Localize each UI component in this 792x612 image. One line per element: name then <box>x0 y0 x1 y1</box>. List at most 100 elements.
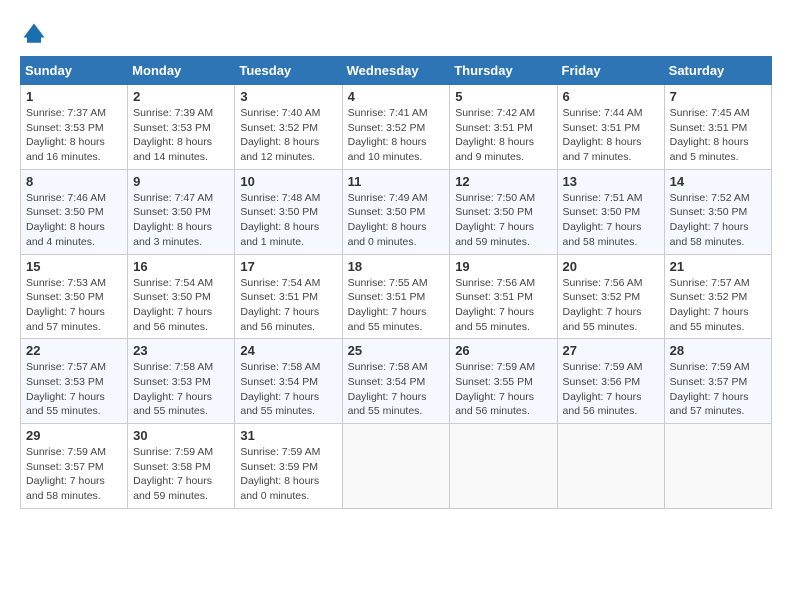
day-info: Sunrise: 7:45 AMSunset: 3:51 PMDaylight:… <box>670 106 766 165</box>
calendar-cell: 29 Sunrise: 7:59 AMSunset: 3:57 PMDayligh… <box>21 424 128 509</box>
weekday-header: Monday <box>128 57 235 85</box>
calendar-cell: 20Sunrise: 7:56 AMSunset: 3:52 PMDayligh… <box>557 254 664 339</box>
calendar-cell: 9Sunrise: 7:47 AMSunset: 3:50 PMDaylight… <box>128 169 235 254</box>
logo <box>20 20 52 48</box>
day-number: 5 <box>455 89 551 104</box>
day-number: 25 <box>348 343 445 358</box>
day-info: Sunrise: 7:54 AMSunset: 3:51 PMDaylight:… <box>240 276 336 335</box>
calendar-cell: 31Sunrise: 7:59 AMSunset: 3:59 PMDayligh… <box>235 424 342 509</box>
calendar-cell: 21 Sunrise: 7:57 AMSunset: 3:52 PMDayligh… <box>664 254 771 339</box>
day-info: Sunrise: 7:57 AMSunset: 3:53 PMDaylight:… <box>26 360 122 419</box>
day-info: Sunrise: 7:57 AMSunset: 3:52 PMDaylight:… <box>670 276 766 335</box>
day-info: Sunrise: 7:46 AMSunset: 3:50 PMDaylight:… <box>26 191 122 250</box>
calendar-week-row: 29 Sunrise: 7:59 AMSunset: 3:57 PMDayligh… <box>21 424 772 509</box>
calendar-cell: 8 Sunrise: 7:46 AMSunset: 3:50 PMDaylight… <box>21 169 128 254</box>
day-number: 26 <box>455 343 551 358</box>
day-number: 27 <box>563 343 659 358</box>
calendar-cell: 25 Sunrise: 7:58 AMSunset: 3:54 PMDayligh… <box>342 339 450 424</box>
day-number: 11 <box>348 174 445 189</box>
day-info: Sunrise: 7:42 AMSunset: 3:51 PMDaylight:… <box>455 106 551 165</box>
weekday-header: Thursday <box>450 57 557 85</box>
calendar-cell: 14Sunrise: 7:52 AMSunset: 3:50 PMDayligh… <box>664 169 771 254</box>
day-info: Sunrise: 7:59 AMSunset: 3:56 PMDaylight:… <box>563 360 659 419</box>
day-number: 28 <box>670 343 766 358</box>
day-number: 20 <box>563 259 659 274</box>
day-info: Sunrise: 7:44 AMSunset: 3:51 PMDaylight:… <box>563 106 659 165</box>
day-number: 9 <box>133 174 229 189</box>
calendar-cell: 30 Sunrise: 7:59 AMSunset: 3:58 PMDayligh… <box>128 424 235 509</box>
calendar-cell: 23 Sunrise: 7:58 AMSunset: 3:53 PMDayligh… <box>128 339 235 424</box>
calendar: SundayMondayTuesdayWednesdayThursdayFrid… <box>20 56 772 509</box>
weekday-header: Tuesday <box>235 57 342 85</box>
day-info: Sunrise: 7:58 AMSunset: 3:53 PMDaylight:… <box>133 360 229 419</box>
calendar-cell: 26 Sunrise: 7:59 AMSunset: 3:55 PMDayligh… <box>450 339 557 424</box>
calendar-cell: 7 Sunrise: 7:45 AMSunset: 3:51 PMDaylight… <box>664 85 771 170</box>
calendar-cell: 5 Sunrise: 7:42 AMSunset: 3:51 PMDaylight… <box>450 85 557 170</box>
calendar-cell: 6 Sunrise: 7:44 AMSunset: 3:51 PMDaylight… <box>557 85 664 170</box>
weekday-header-row: SundayMondayTuesdayWednesdayThursdayFrid… <box>21 57 772 85</box>
header <box>20 20 772 48</box>
calendar-cell <box>450 424 557 509</box>
day-number: 24 <box>240 343 336 358</box>
calendar-week-row: 8 Sunrise: 7:46 AMSunset: 3:50 PMDaylight… <box>21 169 772 254</box>
day-number: 14 <box>670 174 766 189</box>
day-number: 4 <box>348 89 445 104</box>
day-number: 23 <box>133 343 229 358</box>
day-number: 31 <box>240 428 336 443</box>
weekday-header: Saturday <box>664 57 771 85</box>
day-info: Sunrise: 7:49 AMSunset: 3:50 PMDaylight:… <box>348 191 445 250</box>
day-number: 17 <box>240 259 336 274</box>
day-info: Sunrise: 7:59 AMSunset: 3:55 PMDaylight:… <box>455 360 551 419</box>
day-number: 16 <box>133 259 229 274</box>
day-info: Sunrise: 7:59 AMSunset: 3:58 PMDaylight:… <box>133 445 229 504</box>
calendar-cell: 4 Sunrise: 7:41 AMSunset: 3:52 PMDaylight… <box>342 85 450 170</box>
day-info: Sunrise: 7:58 AMSunset: 3:54 PMDaylight:… <box>348 360 445 419</box>
calendar-cell: 13 Sunrise: 7:51 AMSunset: 3:50 PMDayligh… <box>557 169 664 254</box>
day-info: Sunrise: 7:37 AMSunset: 3:53 PMDaylight:… <box>26 106 122 165</box>
day-info: Sunrise: 7:56 AMSunset: 3:51 PMDaylight:… <box>455 276 551 335</box>
day-info: Sunrise: 7:41 AMSunset: 3:52 PMDaylight:… <box>348 106 445 165</box>
day-number: 29 <box>26 428 122 443</box>
calendar-cell <box>664 424 771 509</box>
weekday-header: Friday <box>557 57 664 85</box>
weekday-header: Sunday <box>21 57 128 85</box>
day-info: Sunrise: 7:54 AMSunset: 3:50 PMDaylight:… <box>133 276 229 335</box>
day-info: Sunrise: 7:48 AMSunset: 3:50 PMDaylight:… <box>240 191 336 250</box>
day-info: Sunrise: 7:51 AMSunset: 3:50 PMDaylight:… <box>563 191 659 250</box>
day-number: 6 <box>563 89 659 104</box>
calendar-cell: 3Sunrise: 7:40 AMSunset: 3:52 PMDaylight… <box>235 85 342 170</box>
day-info: Sunrise: 7:59 AMSunset: 3:57 PMDaylight:… <box>26 445 122 504</box>
calendar-cell: 1 Sunrise: 7:37 AMSunset: 3:53 PMDaylight… <box>21 85 128 170</box>
day-number: 10 <box>240 174 336 189</box>
day-info: Sunrise: 7:59 AMSunset: 3:57 PMDaylight:… <box>670 360 766 419</box>
calendar-cell: 15 Sunrise: 7:53 AMSunset: 3:50 PMDayligh… <box>21 254 128 339</box>
day-number: 1 <box>26 89 122 104</box>
calendar-cell <box>557 424 664 509</box>
calendar-cell: 24Sunrise: 7:58 AMSunset: 3:54 PMDayligh… <box>235 339 342 424</box>
calendar-cell: 10 Sunrise: 7:48 AMSunset: 3:50 PMDayligh… <box>235 169 342 254</box>
calendar-cell: 22 Sunrise: 7:57 AMSunset: 3:53 PMDayligh… <box>21 339 128 424</box>
day-number: 22 <box>26 343 122 358</box>
calendar-cell: 28 Sunrise: 7:59 AMSunset: 3:57 PMDayligh… <box>664 339 771 424</box>
calendar-cell: 18 Sunrise: 7:55 AMSunset: 3:51 PMDayligh… <box>342 254 450 339</box>
day-number: 2 <box>133 89 229 104</box>
day-number: 8 <box>26 174 122 189</box>
calendar-cell: 12 Sunrise: 7:50 AMSunset: 3:50 PMDayligh… <box>450 169 557 254</box>
day-number: 13 <box>563 174 659 189</box>
day-info: Sunrise: 7:55 AMSunset: 3:51 PMDaylight:… <box>348 276 445 335</box>
day-number: 30 <box>133 428 229 443</box>
calendar-cell <box>342 424 450 509</box>
logo-icon <box>20 20 48 48</box>
day-number: 15 <box>26 259 122 274</box>
day-info: Sunrise: 7:50 AMSunset: 3:50 PMDaylight:… <box>455 191 551 250</box>
calendar-cell: 17 Sunrise: 7:54 AMSunset: 3:51 PMDayligh… <box>235 254 342 339</box>
day-number: 7 <box>670 89 766 104</box>
day-info: Sunrise: 7:53 AMSunset: 3:50 PMDaylight:… <box>26 276 122 335</box>
day-number: 21 <box>670 259 766 274</box>
day-info: Sunrise: 7:39 AMSunset: 3:53 PMDaylight:… <box>133 106 229 165</box>
day-number: 18 <box>348 259 445 274</box>
calendar-week-row: 22 Sunrise: 7:57 AMSunset: 3:53 PMDayligh… <box>21 339 772 424</box>
day-number: 12 <box>455 174 551 189</box>
calendar-week-row: 15 Sunrise: 7:53 AMSunset: 3:50 PMDayligh… <box>21 254 772 339</box>
calendar-week-row: 1 Sunrise: 7:37 AMSunset: 3:53 PMDaylight… <box>21 85 772 170</box>
